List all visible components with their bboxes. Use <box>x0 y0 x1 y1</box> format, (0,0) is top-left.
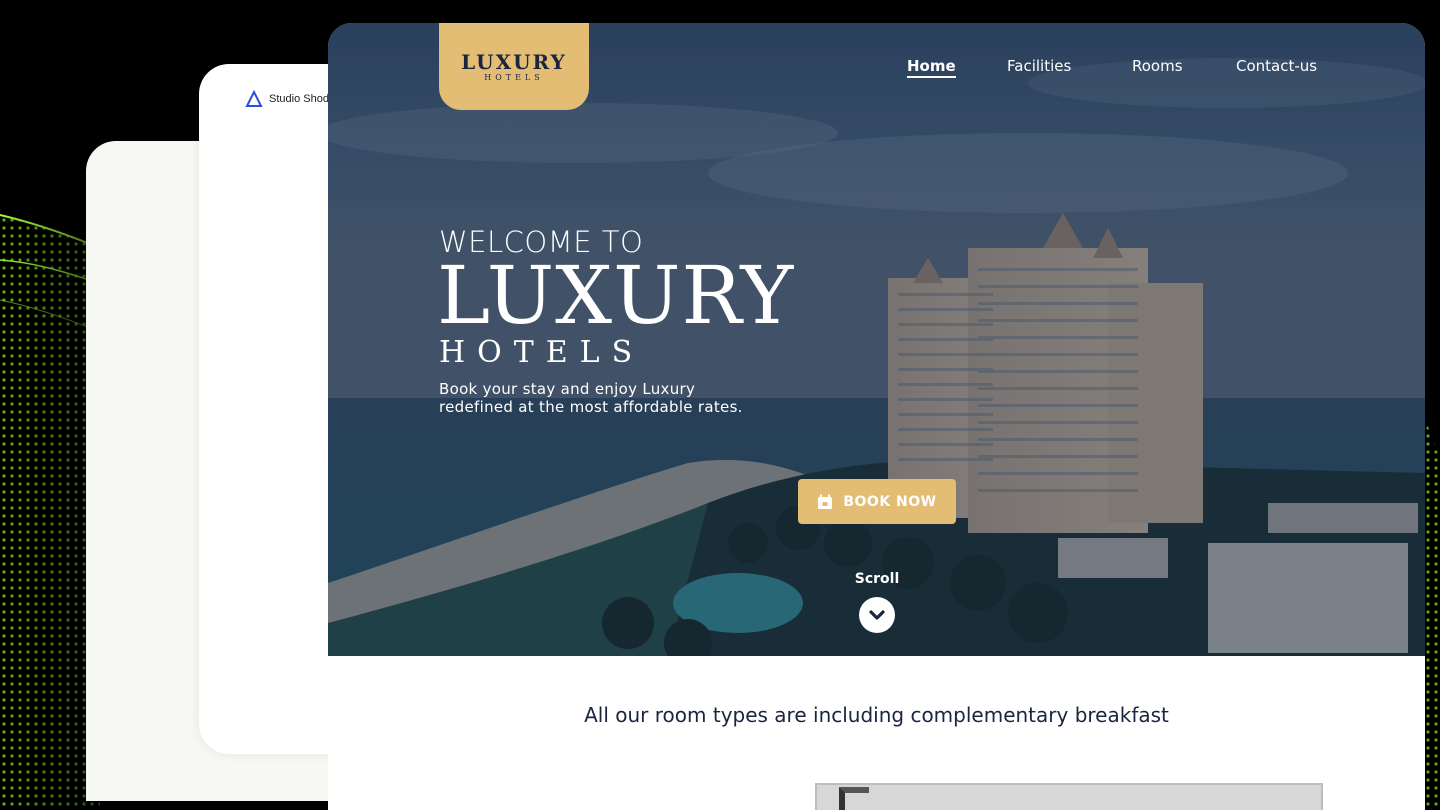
hero-tagline: Book your stay and enjoy Luxury redefine… <box>439 380 839 416</box>
main-navigation: Home Facilities Rooms Contact-us <box>328 57 1425 79</box>
nav-item-home[interactable]: Home <box>907 57 956 78</box>
hero-section: LUXURY HOTELS Home Facilities Rooms Cont… <box>328 23 1425 656</box>
chevron-down-icon <box>869 610 885 620</box>
studio-brand[interactable]: Studio Shod <box>245 90 329 108</box>
website-preview-card: LUXURY HOTELS Home Facilities Rooms Cont… <box>328 23 1425 810</box>
hero-title: LUXURY <box>437 249 795 342</box>
breakfast-heading: All our room types are including complem… <box>584 703 1169 727</box>
book-now-button[interactable]: BOOK NOW <box>798 479 956 524</box>
room-preview-image <box>815 783 1323 810</box>
scroll-down-button[interactable] <box>859 597 895 633</box>
nav-item-facilities[interactable]: Facilities <box>1007 57 1071 75</box>
nav-item-contact[interactable]: Contact-us <box>1236 57 1317 75</box>
nav-item-rooms[interactable]: Rooms <box>1132 57 1183 75</box>
triangle-logo-icon <box>245 90 263 107</box>
room-preview-detail <box>839 787 869 810</box>
scroll-label: Scroll <box>854 571 900 587</box>
hero-tagline-line1: Book your stay and enjoy Luxury <box>439 380 696 398</box>
hero-tagline-line2: redefined at the most affordable rates. <box>439 398 743 416</box>
calendar-icon <box>818 494 833 509</box>
hero-subtitle: HOTELS <box>439 335 645 370</box>
book-now-label: BOOK NOW <box>843 493 937 510</box>
studio-name: Studio Shod <box>269 93 329 105</box>
